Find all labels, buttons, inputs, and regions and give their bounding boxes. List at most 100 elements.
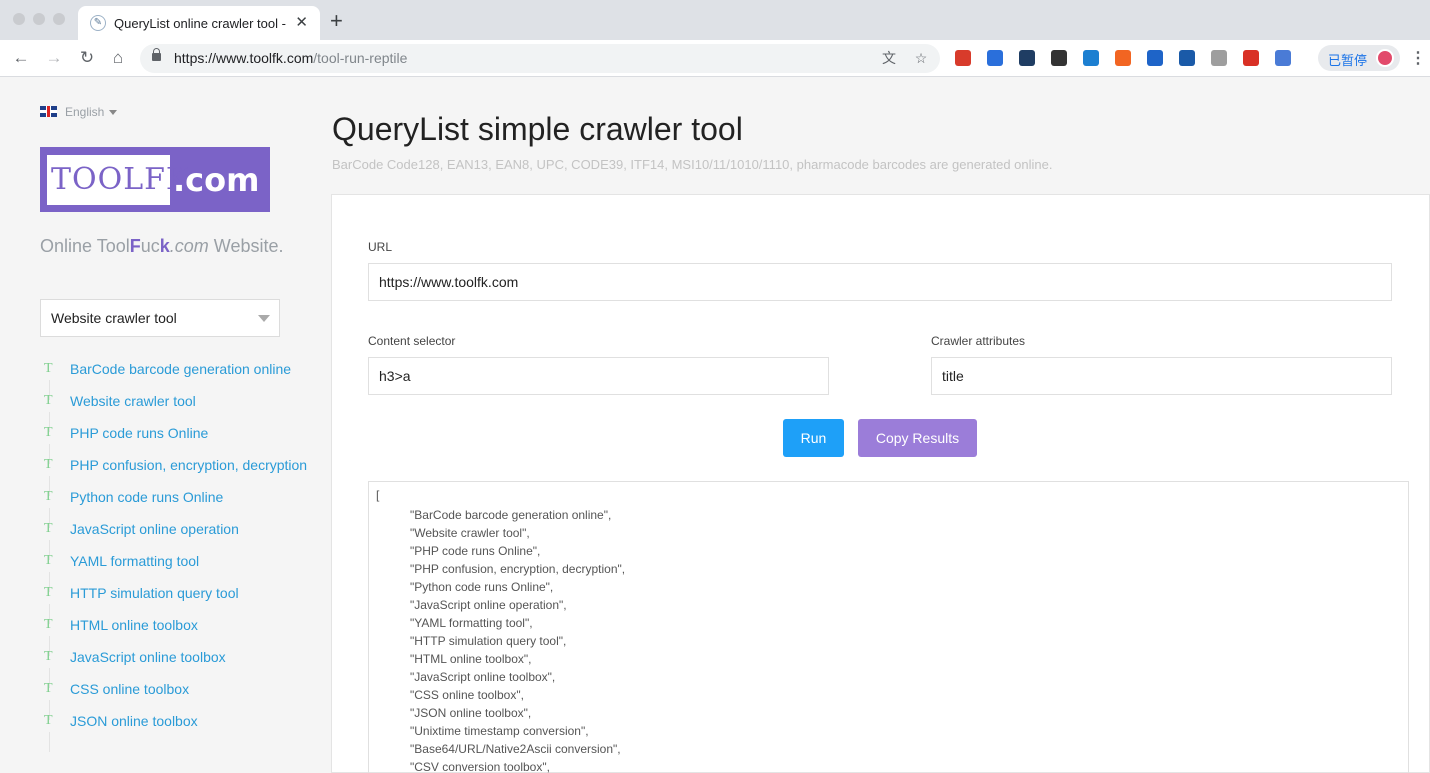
tool-t-icon: T [44,617,53,632]
result-line: "PHP code runs Online", [410,544,541,558]
result-line: "PHP confusion, encryption, decryption", [410,562,626,576]
extension-icon[interactable] [1211,50,1227,66]
browser-tab[interactable]: ✎ QueryList online crawler tool - ✕ [78,6,320,40]
extension-icon[interactable] [1083,50,1099,66]
logo-plate: TOOLFK [47,155,188,205]
sidebar-tool-link[interactable]: T JSON online toolbox [40,710,310,752]
bookmark-star-icon[interactable]: ☆ [913,50,929,66]
tool-category-select[interactable]: Website crawler tool [40,299,280,337]
tool-t-icon: T [44,457,53,472]
back-icon[interactable]: ← [11,48,31,68]
sidebar-tool-link[interactable]: T PHP code runs Online [40,422,310,464]
result-line: "JavaScript online operation", [410,598,567,612]
toolfk-favicon-icon: ✎ [90,15,106,31]
lock-icon [152,48,161,61]
url-text: https://www.toolfk.com/tool-run-reptile [174,50,407,66]
slogan-part: k [159,236,170,256]
url-label: URL [368,240,393,254]
slogan-part: F [129,236,141,256]
tool-link-label: BarCode barcode generation online [70,361,292,377]
tool-link-label: JSON online toolbox [70,713,198,729]
sidebar-tool-link[interactable]: T CSS online toolbox [40,678,310,720]
tool-t-icon: T [44,649,53,664]
sidebar-tool-link[interactable]: T Python code runs Online [40,486,310,528]
sidebar-tool-link[interactable]: T HTTP simulation query tool [40,582,310,624]
sidebar-tool-link[interactable]: T BarCode barcode generation online [40,358,310,400]
content-selector-input[interactable]: h3>a [368,357,829,395]
sidebar-tool-link[interactable]: T JavaScript online toolbox [40,646,310,688]
result-line: "YAML formatting tool", [410,616,533,630]
extension-icon[interactable] [955,50,971,66]
tool-link-label: PHP code runs Online [70,425,209,441]
select-value: Website crawler tool [51,310,177,326]
extension-icon[interactable] [1275,50,1291,66]
run-button[interactable]: Run [783,419,844,457]
home-icon[interactable]: ⌂ [108,48,128,68]
profile-button[interactable]: 已暂停 [1318,45,1400,71]
sidebar: English TOOLFK .com Online ToolFuck.com … [0,78,320,773]
site-logo[interactable]: TOOLFK .com [40,147,270,212]
tool-t-icon: T [44,713,53,728]
tool-link-label: JavaScript online toolbox [70,649,226,665]
logo-domain: .com [173,161,260,199]
extension-icon[interactable] [1115,50,1131,66]
site-slogan: Online ToolFuck.com Website. [40,236,283,257]
tool-link-label: JavaScript online operation [70,521,239,537]
window-minimize-button[interactable] [33,13,45,25]
crawler-attributes-label: Crawler attributes [931,334,1026,348]
tool-t-icon: T [44,553,53,568]
new-tab-button[interactable]: + [330,10,343,32]
sidebar-tool-link[interactable]: T PHP confusion, encryption, decryption [40,454,310,496]
page-title: QueryList simple crawler tool [332,111,743,147]
tool-t-icon: T [44,393,53,408]
reload-icon[interactable]: ↻ [77,48,97,68]
url-input[interactable]: https://www.toolfk.com [368,263,1392,301]
copy-results-button[interactable]: Copy Results [858,419,977,457]
browser-toolbar: ← → ↻ ⌂ https://www.toolfk.com/tool-run-… [0,40,1430,77]
extension-icon[interactable] [1243,50,1259,66]
tool-link-label: Website crawler tool [70,393,196,409]
crawler-attributes-input[interactable]: title [931,357,1392,395]
tool-t-icon: T [44,681,53,696]
extension-icon[interactable] [987,50,1003,66]
result-line: "Unixtime timestamp conversion", [410,724,589,738]
forward-icon[interactable]: → [44,48,64,68]
extension-icon[interactable] [1179,50,1195,66]
content-selector-label: Content selector [368,334,456,348]
slogan-part: Online Tool [40,236,130,256]
browser-tabbar: ✎ QueryList online crawler tool - ✕ + [0,0,1430,40]
tab-close-icon[interactable]: ✕ [295,13,308,31]
url-host: https://www.toolfk.com [174,50,314,66]
window-close-button[interactable] [13,13,25,25]
translate-icon[interactable]: 文 [881,50,897,66]
logo-wordmark: TOOLFK [51,162,190,197]
slogan-part: .com [169,236,209,256]
extension-icon[interactable] [1019,50,1035,66]
tool-t-icon: T [44,585,53,600]
results-output[interactable]: [ "BarCode barcode generation online", "W… [368,481,1409,773]
url-path: /tool-run-reptile [313,50,408,66]
sidebar-tool-link[interactable]: T Website crawler tool [40,390,310,432]
extension-icon[interactable] [1051,50,1067,66]
tool-t-icon: T [44,489,53,504]
uk-flag-icon [40,106,57,117]
result-line: "BarCode barcode generation online", [410,508,612,522]
window-zoom-button[interactable] [53,13,65,25]
result-line: "HTML online toolbox", [410,652,532,666]
result-lines: "BarCode barcode generation online", "Web… [410,506,625,773]
result-line: "CSS online toolbox", [410,688,524,702]
sidebar-tool-link[interactable]: T JavaScript online operation [40,518,310,560]
chevron-down-icon [258,315,270,322]
tab-title: QueryList online crawler tool - [114,16,286,31]
sidebar-tool-link[interactable]: T YAML formatting tool [40,550,310,592]
tool-nav-list: T BarCode barcode generation online T Websi… [40,358,310,752]
avatar [1376,49,1394,67]
caret-down-icon [109,110,117,115]
tool-t-icon: T [44,425,53,440]
result-line: "Website crawler tool", [410,526,530,540]
extension-icon[interactable] [1147,50,1163,66]
browser-menu-icon[interactable]: ⋮ [1410,48,1426,68]
tool-link-label: Python code runs Online [70,489,224,505]
address-bar[interactable]: https://www.toolfk.com/tool-run-reptile … [140,44,940,73]
sidebar-tool-link[interactable]: T HTML online toolbox [40,614,310,656]
